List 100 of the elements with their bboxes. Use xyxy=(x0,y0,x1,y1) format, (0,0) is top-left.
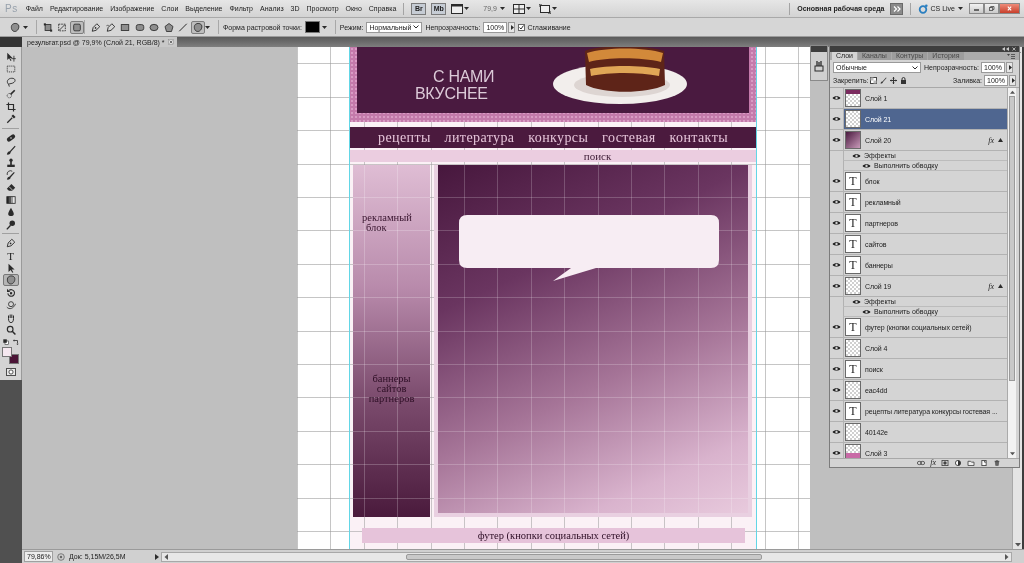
eye-icon[interactable] xyxy=(832,116,841,122)
horizontal-scrollbar[interactable] xyxy=(161,551,1012,562)
add-style-button[interactable]: fx xyxy=(930,459,936,467)
brush-icon[interactable] xyxy=(880,77,888,84)
app-logo: Ps xyxy=(5,3,18,14)
minimize-button[interactable] xyxy=(969,3,984,14)
triangle-icon[interactable] xyxy=(998,284,1003,288)
layer-thumbnail xyxy=(845,89,861,107)
scrollbar-thumb[interactable] xyxy=(406,553,762,560)
search-bar: поиск xyxy=(350,150,756,162)
eye-icon[interactable] xyxy=(832,178,841,184)
text-layer-thumbnail: T xyxy=(845,193,861,211)
slogan-line: ВКУСНЕЕ xyxy=(415,85,488,102)
line-icon[interactable] xyxy=(176,20,190,34)
layers-scrollbar[interactable] xyxy=(1007,88,1016,458)
caret-icon[interactable] xyxy=(525,7,531,10)
custom-shape-icon[interactable] xyxy=(8,20,22,34)
dock-header xyxy=(0,37,22,47)
eye-icon[interactable] xyxy=(832,429,841,435)
arrow-down-icon[interactable] xyxy=(1014,543,1021,547)
restore-button[interactable] xyxy=(984,3,999,14)
foreground-swatch-icon[interactable] xyxy=(2,346,12,357)
scrollbar-thumb[interactable] xyxy=(1009,96,1015,381)
nav-label: рецепты xyxy=(378,129,431,146)
arrow-up-icon[interactable] xyxy=(1009,90,1015,94)
nav-label: гостевая xyxy=(602,129,656,146)
padlock-icon[interactable] xyxy=(900,77,908,84)
opacity-slider-button[interactable] xyxy=(1006,62,1013,73)
text-layer-thumbnail: T xyxy=(845,402,861,420)
eye-icon[interactable] xyxy=(832,241,841,247)
caret-icon[interactable] xyxy=(464,7,470,10)
caret-icon[interactable] xyxy=(205,25,210,29)
new-layer-icon[interactable] xyxy=(980,460,988,466)
eye-icon[interactable] xyxy=(832,324,841,330)
arrow-down-icon[interactable] xyxy=(1009,452,1015,456)
chevron-down-icon xyxy=(413,25,420,29)
nav-label: контакты xyxy=(669,129,728,146)
caret-icon[interactable] xyxy=(551,7,557,10)
layer-thumbnail xyxy=(845,110,861,128)
eye-icon[interactable] xyxy=(832,283,841,289)
panel-menu-icon[interactable] xyxy=(1007,54,1015,59)
eye-icon[interactable] xyxy=(832,387,841,393)
banner-text: партнеров xyxy=(368,394,415,404)
nav-label: литература xyxy=(444,129,515,146)
shape-swatch[interactable] xyxy=(304,21,320,33)
brush-tips-icon[interactable] xyxy=(813,60,825,72)
default-colors-icon[interactable] xyxy=(2,338,9,345)
fill-pixels-icon[interactable] xyxy=(69,20,84,34)
eye-icon[interactable] xyxy=(832,199,841,205)
status-info-icon[interactable] xyxy=(57,552,65,561)
background-swatch-icon[interactable] xyxy=(9,353,19,364)
arrow-right-icon[interactable] xyxy=(1005,553,1009,560)
caret-icon[interactable] xyxy=(22,25,28,29)
type-tool-button[interactable]: T xyxy=(2,249,19,262)
layer-mask-icon[interactable] xyxy=(941,460,949,466)
link-icon[interactable] xyxy=(917,460,926,466)
eye-icon[interactable] xyxy=(832,450,841,456)
close-icon[interactable] xyxy=(167,39,174,45)
eye-icon[interactable] xyxy=(862,162,871,169)
opacity-slider-button[interactable] xyxy=(508,21,516,33)
caret-icon xyxy=(958,7,963,10)
close-button[interactable] xyxy=(999,3,1020,14)
custom-shape-icon[interactable] xyxy=(2,274,19,287)
restore-icon xyxy=(988,6,995,11)
triangle-icon[interactable] xyxy=(998,138,1003,142)
eye-icon[interactable] xyxy=(832,95,841,101)
eye-icon[interactable] xyxy=(832,220,841,226)
eye-icon[interactable] xyxy=(832,408,841,414)
folder-icon[interactable] xyxy=(967,460,975,466)
eye-icon[interactable] xyxy=(832,366,841,372)
freeform-pen-icon[interactable] xyxy=(103,20,118,34)
eye-icon[interactable] xyxy=(832,345,841,351)
arrange-documents-icon[interactable] xyxy=(512,3,525,14)
transparency-lock-icon[interactable] xyxy=(870,77,878,84)
fill-slider-button[interactable] xyxy=(1009,75,1016,86)
ad-text: рекламный xyxy=(362,213,412,223)
layer-thumbnail xyxy=(845,444,861,458)
polygon-icon[interactable] xyxy=(161,20,176,34)
antialias-checkbox[interactable] xyxy=(518,23,526,31)
pen-nib-icon[interactable] xyxy=(89,20,103,34)
triangle-right-icon xyxy=(1009,65,1012,70)
eye-icon[interactable] xyxy=(862,308,871,315)
caret-icon[interactable] xyxy=(321,25,327,29)
eye-icon[interactable] xyxy=(852,298,861,305)
eye-icon[interactable] xyxy=(832,262,841,268)
text-layer-thumbnail: T xyxy=(845,256,861,274)
move-cross-icon[interactable] xyxy=(890,77,898,84)
cs-live-icon[interactable] xyxy=(918,3,929,14)
half-circle-icon[interactable] xyxy=(954,460,962,466)
swap-arrow-icon[interactable] xyxy=(12,338,19,345)
workspace-switcher-button[interactable] xyxy=(890,2,904,15)
trash-icon[interactable] xyxy=(993,460,1001,466)
screen-layout-icon[interactable] xyxy=(538,3,551,14)
triangle-right-icon[interactable] xyxy=(155,553,159,560)
eye-icon[interactable] xyxy=(832,137,841,143)
custom-shape-icon[interactable] xyxy=(190,20,205,34)
eye-icon[interactable] xyxy=(852,152,861,159)
screen-mode-icon[interactable] xyxy=(451,3,464,14)
footer-bar: футер (кнопки социальных сетей) xyxy=(362,528,745,543)
arrow-left-icon[interactable] xyxy=(164,553,168,560)
